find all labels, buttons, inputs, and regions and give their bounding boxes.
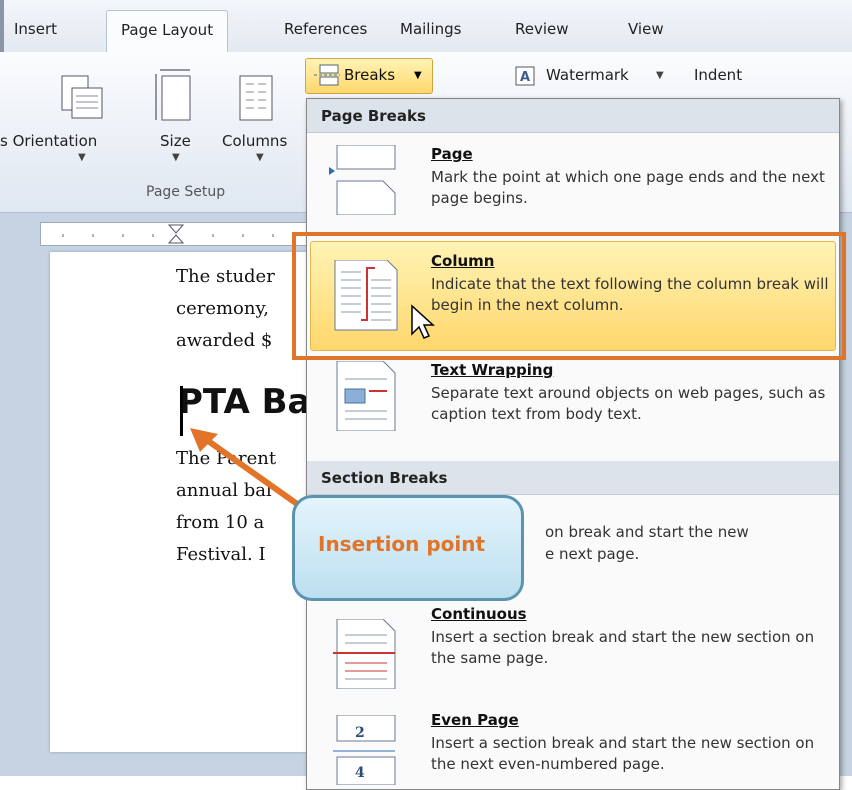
tab-view[interactable]: View: [628, 20, 664, 38]
watermark-icon: A: [515, 66, 535, 86]
doc-line: ceremony,: [176, 298, 269, 319]
highlight-frame: [292, 232, 846, 360]
watermark-button[interactable]: Watermark: [546, 66, 629, 84]
chevron-down-icon: ▼: [656, 70, 664, 81]
columns-button[interactable]: Columns: [222, 132, 287, 150]
text-wrapping-icon: [336, 361, 396, 431]
doc-heading: PTA Ba: [178, 382, 311, 422]
doc-line: Festival. I: [176, 544, 266, 565]
menu-section-header: Section Breaks: [307, 461, 839, 495]
even-page-icon: 2 4: [333, 715, 396, 785]
tab-review[interactable]: Review: [515, 20, 569, 38]
indent-label: Indent: [694, 66, 743, 84]
breaks-dropdown-menu: Page Breaks Page Mark the point at which…: [306, 98, 840, 790]
doc-line: The studer: [176, 266, 275, 287]
menu-section-header: Page Breaks: [307, 99, 839, 133]
orientation-button[interactable]: s Orientation: [0, 132, 97, 150]
menu-item-text-wrapping[interactable]: Text Wrapping Separate text around objec…: [307, 355, 839, 455]
callout-arrow: [190, 428, 302, 509]
svg-text:A: A: [520, 70, 530, 85]
callout-label: Insertion point: [318, 532, 486, 556]
page-break-icon: [329, 145, 396, 215]
breaks-label: Breaks: [344, 66, 396, 84]
tab-insert[interactable]: Insert: [14, 20, 57, 38]
doc-line: awarded $: [176, 330, 273, 351]
chevron-down-icon: ▼: [78, 152, 86, 163]
doc-line: from 10 a: [176, 512, 265, 533]
chevron-down-icon: ▼: [256, 152, 264, 163]
chevron-down-icon: ▼: [414, 70, 422, 81]
mouse-pointer-icon: [411, 304, 435, 339]
continuous-break-icon: [333, 619, 396, 689]
menu-item-continuous[interactable]: Continuous Insert a section break and st…: [307, 603, 839, 703]
breaks-button[interactable]: Breaks ▼: [305, 58, 433, 94]
columns-icon: [239, 75, 273, 121]
group-label-page-setup: Page Setup: [146, 184, 226, 200]
orientation-icon: [61, 75, 103, 119]
size-icon: [155, 69, 191, 121]
breaks-icon: [314, 64, 340, 86]
tab-references[interactable]: References: [284, 20, 367, 38]
svg-text:2: 2: [355, 725, 365, 741]
tab-mailings[interactable]: Mailings: [400, 20, 461, 38]
svg-text:4: 4: [355, 765, 365, 781]
size-button[interactable]: Size: [160, 132, 191, 150]
tab-page-layout[interactable]: Page Layout: [106, 10, 229, 52]
menu-item-even-page[interactable]: 2 4 Even Page Insert a section break and…: [307, 709, 839, 789]
ribbon-tab-bar: Insert Page Layout References Mailings R…: [0, 0, 852, 53]
menu-item-page[interactable]: Page Mark the point at which one page en…: [307, 135, 839, 235]
chevron-down-icon: ▼: [172, 152, 180, 163]
